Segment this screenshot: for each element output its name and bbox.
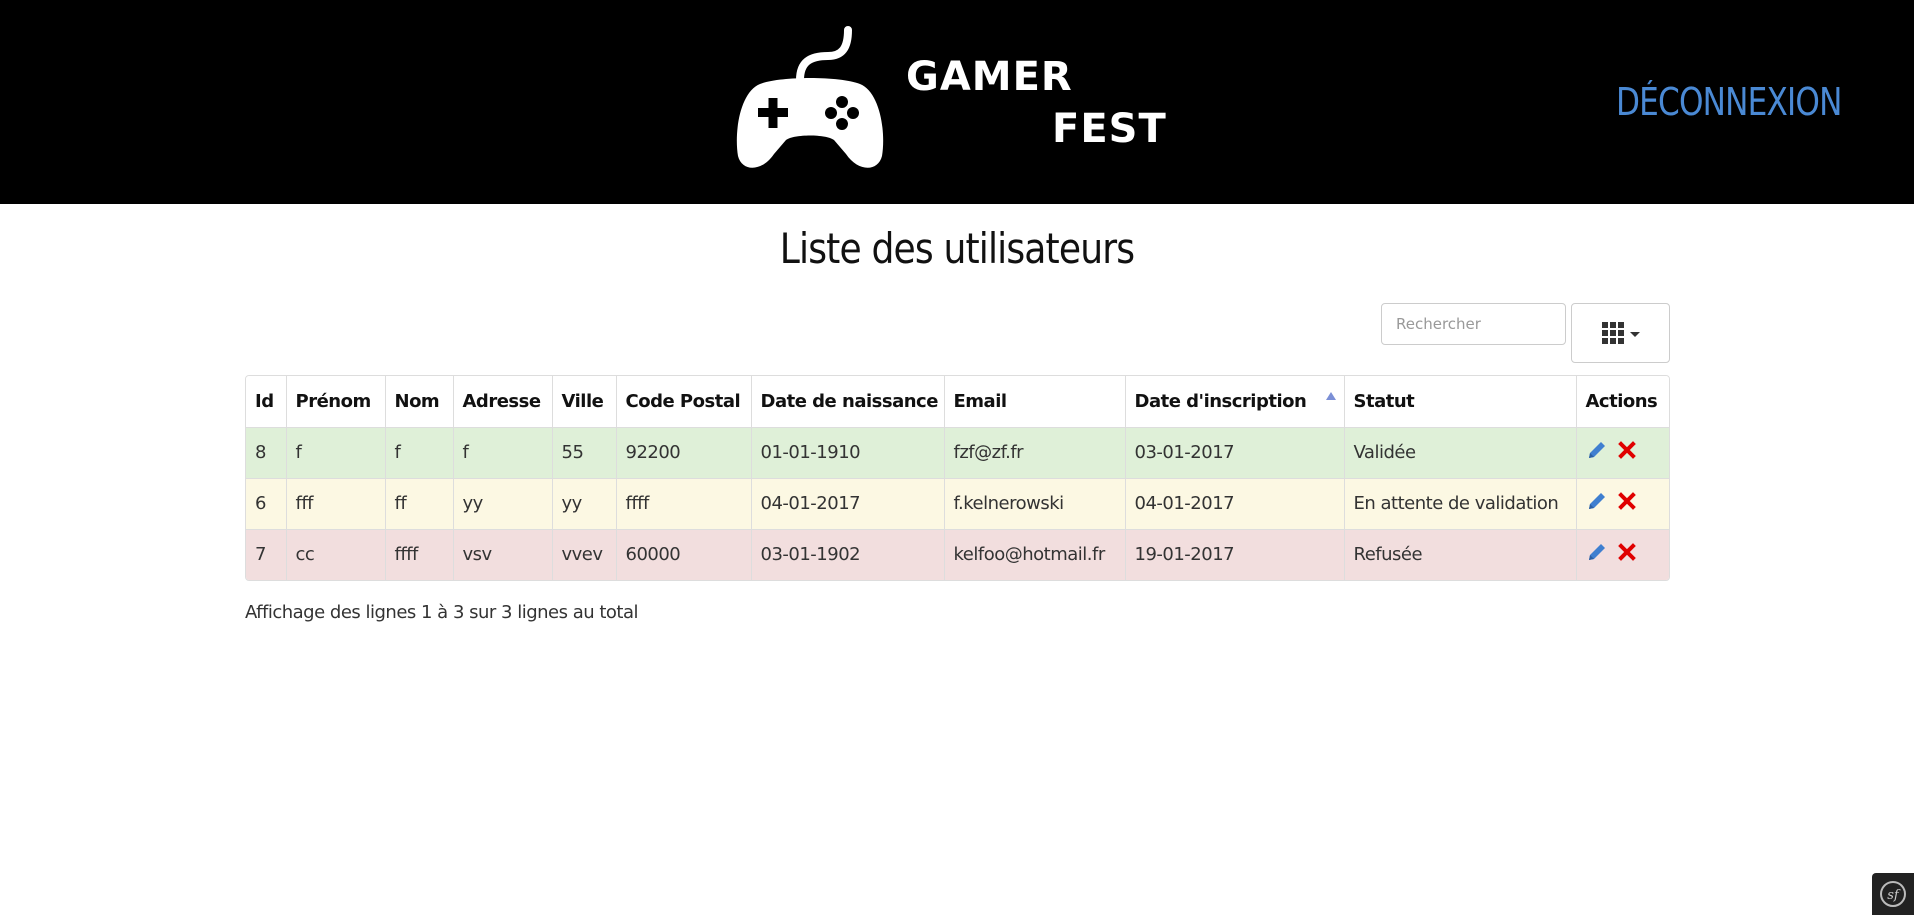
column-header-date-naissance[interactable]: Date de naissance	[751, 376, 945, 427]
table-header-row: Id Prénom Nom Adresse Ville Code Postal …	[246, 376, 1669, 427]
logo-text-gamer: GAMER	[906, 54, 1073, 100]
symfony-icon: sf	[1880, 881, 1906, 907]
cell-date-inscription: 19-01-2017	[1125, 528, 1345, 580]
table-row: 6 fff ff yy yy ffff 04-01-2017 f.kelnero…	[246, 477, 1669, 529]
symfony-debug-toolbar-toggle[interactable]: sf	[1872, 873, 1914, 915]
column-header-adresse[interactable]: Adresse	[453, 376, 553, 427]
column-header-date-inscription-label: Date d'inscription	[1134, 390, 1307, 412]
cell-ville: yy	[552, 477, 617, 529]
cell-date-naissance: 04-01-2017	[751, 477, 945, 529]
cell-statut: En attente de validation	[1344, 477, 1577, 529]
search-input[interactable]	[1381, 303, 1566, 345]
pencil-icon[interactable]	[1586, 439, 1608, 466]
cell-date-inscription: 04-01-2017	[1125, 477, 1345, 529]
page-title: Liste des utilisateurs	[779, 224, 1135, 273]
cell-nom: f	[385, 426, 454, 478]
cell-actions	[1576, 477, 1669, 529]
cell-prenom: f	[286, 426, 386, 478]
cell-actions	[1576, 528, 1669, 580]
cell-nom: ff	[385, 477, 454, 529]
delete-x-icon[interactable]	[1617, 542, 1637, 567]
cell-ville: 55	[552, 426, 617, 478]
pagination-info: Affichage des lignes 1 à 3 sur 3 lignes …	[245, 602, 639, 623]
gamepad-icon	[736, 26, 884, 168]
cell-email: kelfoo@hotmail.fr	[944, 528, 1126, 580]
users-table: Id Prénom Nom Adresse Ville Code Postal …	[245, 375, 1670, 581]
column-header-actions: Actions	[1576, 376, 1669, 427]
table-row: 8 f f f 55 92200 01-01-1910 fzf@zf.fr 03…	[246, 426, 1669, 478]
gamer-fest-logo[interactable]: GAMER FEST	[730, 22, 1170, 174]
cell-date-naissance: 01-01-1910	[751, 426, 945, 478]
cell-prenom: fff	[286, 477, 386, 529]
column-header-id[interactable]: Id	[246, 376, 287, 427]
logo-text-fest: FEST	[1052, 106, 1167, 152]
pencil-icon[interactable]	[1586, 541, 1608, 568]
delete-x-icon[interactable]	[1617, 440, 1637, 465]
cell-id: 6	[246, 477, 287, 529]
svg-text:sf: sf	[1887, 888, 1901, 903]
cell-statut: Refusée	[1344, 528, 1577, 580]
sort-ascending-icon	[1325, 392, 1336, 400]
cell-adresse: f	[453, 426, 553, 478]
column-header-code-postal[interactable]: Code Postal	[616, 376, 752, 427]
cell-date-inscription: 03-01-2017	[1125, 426, 1345, 478]
column-header-nom[interactable]: Nom	[385, 376, 454, 427]
cell-code-postal: ffff	[616, 477, 752, 529]
column-header-prenom[interactable]: Prénom	[286, 376, 386, 427]
caret-down-icon	[1629, 331, 1640, 337]
column-header-date-inscription[interactable]: Date d'inscription	[1125, 376, 1345, 427]
cell-actions	[1576, 426, 1669, 478]
logout-link[interactable]: DÉCONNEXION	[1616, 80, 1842, 124]
table-row: 7 cc ffff vsv vvev 60000 03-01-1902 kelf…	[246, 528, 1669, 580]
columns-toggle-button[interactable]	[1571, 303, 1670, 363]
cell-nom: ffff	[385, 528, 454, 580]
cell-email: f.kelnerowski	[944, 477, 1126, 529]
site-header: GAMER FEST DÉCONNEXION	[0, 0, 1914, 204]
cell-adresse: yy	[453, 477, 553, 529]
cell-code-postal: 60000	[616, 528, 752, 580]
column-header-ville[interactable]: Ville	[552, 376, 617, 427]
delete-x-icon[interactable]	[1617, 491, 1637, 516]
cell-adresse: vsv	[453, 528, 553, 580]
cell-prenom: cc	[286, 528, 386, 580]
column-header-email[interactable]: Email	[944, 376, 1126, 427]
column-header-statut[interactable]: Statut	[1344, 376, 1577, 427]
cell-ville: vvev	[552, 528, 617, 580]
pencil-icon[interactable]	[1586, 490, 1608, 517]
grid-icon	[1601, 322, 1624, 344]
cell-id: 7	[246, 528, 287, 580]
cell-code-postal: 92200	[616, 426, 752, 478]
cell-date-naissance: 03-01-1902	[751, 528, 945, 580]
cell-email: fzf@zf.fr	[944, 426, 1126, 478]
cell-id: 8	[246, 426, 287, 478]
cell-statut: Validée	[1344, 426, 1577, 478]
